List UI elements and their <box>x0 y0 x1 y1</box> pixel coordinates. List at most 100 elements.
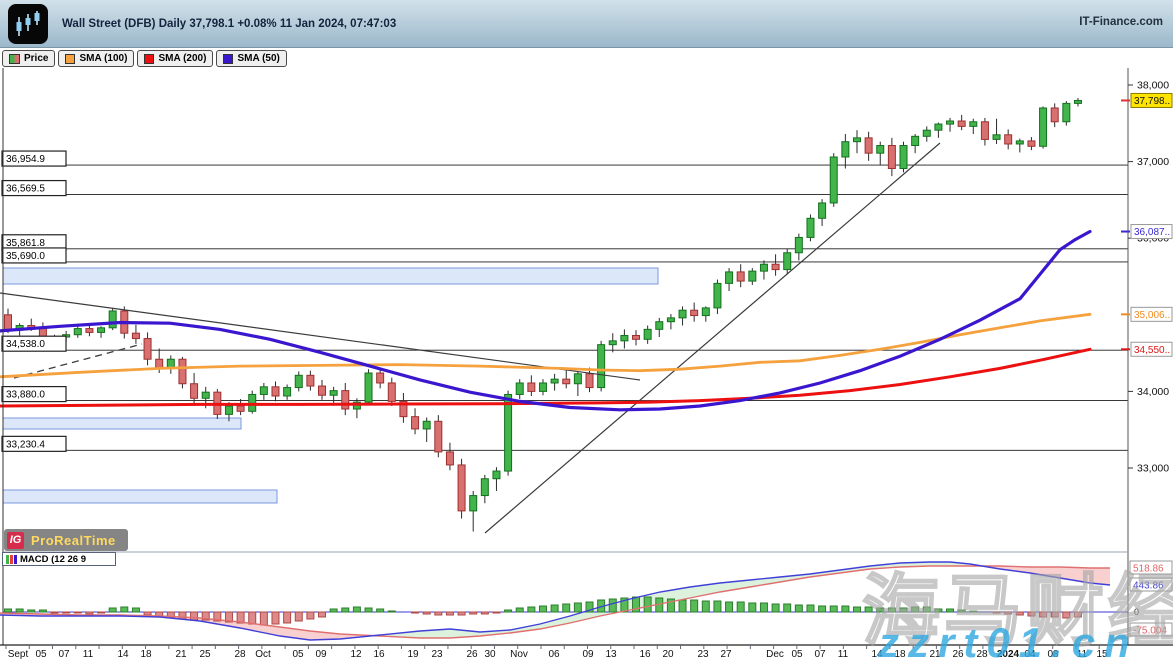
macd-histogram-bar <box>28 610 35 612</box>
candle-body <box>144 339 151 360</box>
date-label: 11 <box>838 649 849 660</box>
candle-body <box>726 272 733 283</box>
candle-body <box>458 465 465 511</box>
macd-legend-label: MACD (12 26 9 <box>20 554 86 565</box>
date-label: 05 <box>292 649 304 660</box>
candle-body <box>935 124 942 130</box>
macd-histogram-bar <box>505 610 512 612</box>
price-level-label: 36,954.9 <box>6 154 45 165</box>
candle-body <box>516 383 523 394</box>
date-label: 23 <box>431 649 443 660</box>
legend-button-sma-100[interactable]: SMA (100) <box>58 50 134 67</box>
price-level-label: 33,230.4 <box>6 439 45 450</box>
macd-histogram-bar <box>423 612 430 614</box>
macd-legend-button[interactable]: MACD (12 26 9 <box>2 552 116 566</box>
date-label: 07 <box>58 649 70 660</box>
candle-body <box>574 374 581 384</box>
title-bar: Wall Street (DFB) Daily 37,798.1 +0.08% … <box>0 0 1173 48</box>
prorealtime-badge: IG ProRealTime <box>4 529 128 551</box>
date-label: 09 <box>582 649 594 660</box>
candle-body <box>5 315 12 330</box>
candle-body <box>981 122 988 140</box>
macd-histogram-bar <box>563 604 570 612</box>
trendline <box>485 143 940 533</box>
price-swatch-icon <box>9 54 20 64</box>
candle-body <box>621 335 628 340</box>
candle-body <box>563 379 570 384</box>
macd-histogram-bar <box>51 612 58 613</box>
macd-histogram-bar <box>191 612 198 620</box>
candle-body <box>923 130 930 136</box>
candle-body <box>702 308 709 316</box>
date-label: 27 <box>720 649 732 660</box>
price-level-label: 35,861.8 <box>6 238 45 249</box>
chart-title: Wall Street (DFB) Daily 37,798.1 +0.08% … <box>62 18 396 30</box>
macd-histogram-bar <box>784 604 791 612</box>
candle-body <box>202 392 209 398</box>
price-axis-layer: 38,00037,00036,00034,00033,00037,798..36… <box>3 68 1172 645</box>
date-label: 06 <box>548 649 560 660</box>
legend-button-price[interactable]: Price <box>2 50 55 67</box>
candle-body <box>900 146 907 169</box>
date-label: 30 <box>484 649 496 660</box>
candle-body <box>877 146 884 154</box>
macd-histogram-bar <box>470 612 477 614</box>
date-label: 26 <box>466 649 478 660</box>
prorealtime-label: ProRealTime <box>31 533 116 548</box>
candle-body <box>528 383 535 391</box>
candle-body <box>1040 108 1047 146</box>
candle-body <box>1028 141 1035 146</box>
macd-histogram-bar <box>714 601 721 612</box>
candle-body <box>109 311 116 328</box>
price-tag-label: 35,006.. <box>1134 310 1170 321</box>
candle-body <box>365 373 372 402</box>
macd-histogram-bar <box>330 609 337 612</box>
macd-histogram-bar <box>795 605 802 612</box>
macd-histogram-bar <box>644 597 651 612</box>
candle-body <box>237 406 244 411</box>
date-label: 14 <box>117 649 129 660</box>
candle-body <box>167 359 174 367</box>
macd-histogram-bar <box>539 606 546 612</box>
candle-body <box>98 328 105 333</box>
legend-label: SMA (100) <box>79 53 127 64</box>
candle-body <box>179 359 186 384</box>
candle-body <box>493 471 500 479</box>
macd-histogram-bar <box>63 612 70 613</box>
date-label: 28 <box>234 649 246 660</box>
candle-body <box>714 283 721 308</box>
macd-histogram-bar <box>98 612 105 613</box>
macd-histogram-bar <box>609 599 616 612</box>
macd-histogram-bar <box>830 606 837 612</box>
candle-body <box>853 138 860 142</box>
macd-histogram-bar <box>726 602 733 612</box>
candle-body <box>609 341 616 345</box>
macd-histogram-bar <box>760 603 767 612</box>
date-label: 05 <box>35 649 47 660</box>
candle-body <box>598 345 605 388</box>
candle-body <box>272 387 279 396</box>
date-label: Sept <box>8 649 29 660</box>
legend-button-sma-200[interactable]: SMA (200) <box>137 50 213 67</box>
date-label: 20 <box>662 649 674 660</box>
candle-body <box>539 383 546 391</box>
axis-tick-label: 37,000 <box>1137 156 1169 168</box>
candle-body <box>807 218 814 237</box>
macd-histogram-bar <box>458 612 465 615</box>
highlight-band <box>3 490 277 503</box>
legend-button-sma-50[interactable]: SMA (50) <box>216 50 286 67</box>
candle-body <box>225 406 232 414</box>
candle-body <box>412 417 419 429</box>
candle-body <box>1005 135 1012 144</box>
macd-histogram-bar <box>702 601 709 612</box>
price-tag-label: 36,087.. <box>1134 227 1170 238</box>
macd-histogram-bar <box>737 602 744 612</box>
prorealtime-window: 36,954.936,569.535,861.835,690.034,538.0… <box>0 0 1173 660</box>
chart-canvas[interactable]: 36,954.936,569.535,861.835,690.034,538.0… <box>0 0 1173 660</box>
macd-histogram-bar <box>749 603 756 612</box>
candle-body <box>423 421 430 429</box>
date-label: 16 <box>373 649 385 660</box>
sma-200-line <box>0 349 1090 406</box>
brand-link[interactable]: IT-Finance.com <box>1079 16 1163 28</box>
candle-body <box>656 322 663 330</box>
